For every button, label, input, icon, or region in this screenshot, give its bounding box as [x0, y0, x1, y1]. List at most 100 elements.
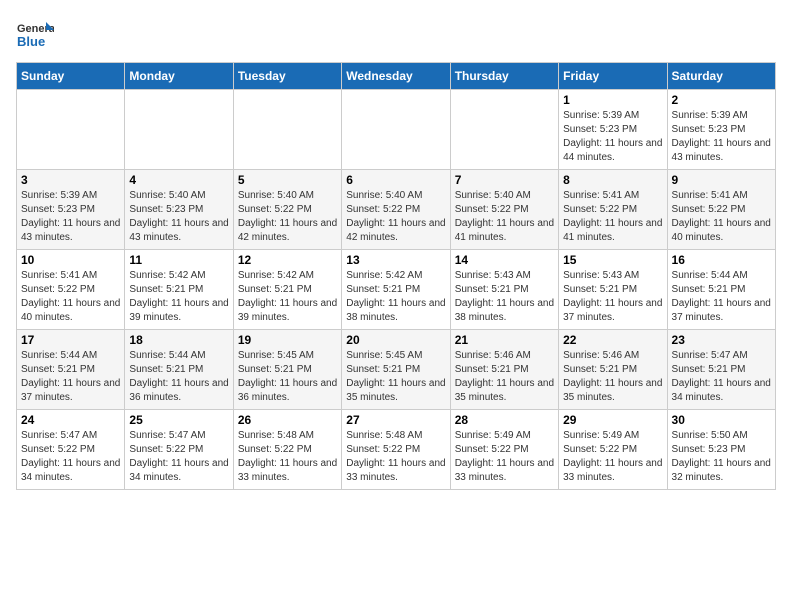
- logo-bird-icon: General Blue: [16, 16, 54, 54]
- day-info: Sunrise: 5:44 AM Sunset: 5:21 PM Dayligh…: [129, 349, 228, 405]
- day-number: 24: [21, 413, 120, 427]
- day-info: Sunrise: 5:50 AM Sunset: 5:23 PM Dayligh…: [672, 429, 771, 485]
- day-number: 18: [129, 333, 228, 347]
- day-info: Sunrise: 5:47 AM Sunset: 5:21 PM Dayligh…: [672, 349, 771, 405]
- calendar-cell: 30 Sunrise: 5:50 AM Sunset: 5:23 PM Dayli…: [667, 410, 775, 490]
- calendar-cell: 29Sunrise: 5:49 AM Sunset: 5:22 PM Dayli…: [559, 410, 667, 490]
- calendar-cell: 16 Sunrise: 5:44 AM Sunset: 5:21 PM Dayli…: [667, 250, 775, 330]
- day-number: 5: [238, 173, 337, 187]
- day-number: 14: [455, 253, 554, 267]
- day-number: 9: [672, 173, 771, 187]
- calendar-cell: 4Sunrise: 5:40 AM Sunset: 5:23 PM Daylig…: [125, 170, 233, 250]
- day-info: Sunrise: 5:40 AM Sunset: 5:22 PM Dayligh…: [238, 189, 337, 245]
- day-info: Sunrise: 5:44 AM Sunset: 5:21 PM Dayligh…: [672, 269, 771, 325]
- calendar-cell: 12Sunrise: 5:42 AM Sunset: 5:21 PM Dayli…: [233, 250, 341, 330]
- day-info: Sunrise: 5:43 AM Sunset: 5:21 PM Dayligh…: [563, 269, 662, 325]
- calendar-cell: 5 Sunrise: 5:40 AM Sunset: 5:22 PM Daylig…: [233, 170, 341, 250]
- day-info: Sunrise: 5:42 AM Sunset: 5:21 PM Dayligh…: [238, 269, 337, 325]
- weekday-header-sunday: Sunday: [17, 63, 125, 90]
- week-row-4: 17 Sunrise: 5:44 AM Sunset: 5:21 PM Dayli…: [17, 330, 776, 410]
- weekday-header-thursday: Thursday: [450, 63, 558, 90]
- svg-text:Blue: Blue: [17, 34, 45, 49]
- calendar-cell: 1Sunrise: 5:39 AM Sunset: 5:23 PM Daylig…: [559, 90, 667, 170]
- calendar-cell: 24Sunrise: 5:47 AM Sunset: 5:22 PM Dayli…: [17, 410, 125, 490]
- week-row-2: 3 Sunrise: 5:39 AM Sunset: 5:23 PM Daylig…: [17, 170, 776, 250]
- weekday-header-friday: Friday: [559, 63, 667, 90]
- calendar-cell: 27 Sunrise: 5:48 AM Sunset: 5:22 PM Dayli…: [342, 410, 450, 490]
- weekday-header-tuesday: Tuesday: [233, 63, 341, 90]
- day-number: 11: [129, 253, 228, 267]
- calendar-cell: [125, 90, 233, 170]
- calendar-cell: [17, 90, 125, 170]
- logo: General Blue: [16, 16, 54, 54]
- calendar-cell: 20 Sunrise: 5:45 AM Sunset: 5:21 PM Dayli…: [342, 330, 450, 410]
- day-number: 28: [455, 413, 554, 427]
- day-number: 7: [455, 173, 554, 187]
- page-header: General Blue: [16, 16, 776, 54]
- calendar-cell: [233, 90, 341, 170]
- day-number: 20: [346, 333, 445, 347]
- day-number: 23: [672, 333, 771, 347]
- calendar-cell: 15Sunrise: 5:43 AM Sunset: 5:21 PM Dayli…: [559, 250, 667, 330]
- day-number: 27: [346, 413, 445, 427]
- calendar-cell: 22Sunrise: 5:46 AM Sunset: 5:21 PM Dayli…: [559, 330, 667, 410]
- day-number: 1: [563, 93, 662, 107]
- calendar-cell: 19Sunrise: 5:45 AM Sunset: 5:21 PM Dayli…: [233, 330, 341, 410]
- day-info: Sunrise: 5:49 AM Sunset: 5:22 PM Dayligh…: [455, 429, 554, 485]
- week-row-5: 24 Sunrise: 5:47 AM Sunset: 5:22 PM Dayli…: [17, 410, 776, 490]
- day-info: Sunrise: 5:49 AM Sunset: 5:22 PM Dayligh…: [563, 429, 662, 485]
- day-number: 26: [238, 413, 337, 427]
- day-info: Sunrise: 5:39 AM Sunset: 5:23 PM Dayligh…: [21, 189, 120, 245]
- calendar-cell: 14 Sunrise: 5:43 AM Sunset: 5:21 PM Dayli…: [450, 250, 558, 330]
- day-number: 21: [455, 333, 554, 347]
- calendar-cell: 17Sunrise: 5:44 AM Sunset: 5:21 PM Dayli…: [17, 330, 125, 410]
- day-info: Sunrise: 5:48 AM Sunset: 5:22 PM Dayligh…: [238, 429, 337, 485]
- calendar-table: SundayMondayTuesdayWednesdayThursdayFrid…: [16, 62, 776, 490]
- day-number: 4: [129, 173, 228, 187]
- day-number: 2: [672, 93, 771, 107]
- calendar-cell: 7 Sunrise: 5:40 AM Sunset: 5:22 PM Daylig…: [450, 170, 558, 250]
- day-info: Sunrise: 5:45 AM Sunset: 5:21 PM Dayligh…: [238, 349, 337, 405]
- calendar-cell: 6 Sunrise: 5:40 AM Sunset: 5:22 PM Daylig…: [342, 170, 450, 250]
- day-info: Sunrise: 5:45 AM Sunset: 5:21 PM Dayligh…: [346, 349, 445, 405]
- week-row-3: 10 Sunrise: 5:41 AM Sunset: 5:22 PM Dayli…: [17, 250, 776, 330]
- day-number: 8: [563, 173, 662, 187]
- weekday-header-monday: Monday: [125, 63, 233, 90]
- calendar-body: 1 Sunrise: 5:39 AM Sunset: 5:23 PM Daylig…: [17, 90, 776, 490]
- calendar-header-row: SundayMondayTuesdayWednesdayThursdayFrid…: [17, 63, 776, 90]
- weekday-header-wednesday: Wednesday: [342, 63, 450, 90]
- calendar-cell: 25Sunrise: 5:47 AM Sunset: 5:22 PM Dayli…: [125, 410, 233, 490]
- calendar-cell: [342, 90, 450, 170]
- day-number: 10: [21, 253, 120, 267]
- week-row-1: 1 Sunrise: 5:39 AM Sunset: 5:23 PM Daylig…: [17, 90, 776, 170]
- calendar-cell: 3 Sunrise: 5:39 AM Sunset: 5:23 PM Daylig…: [17, 170, 125, 250]
- day-info: Sunrise: 5:40 AM Sunset: 5:22 PM Dayligh…: [346, 189, 445, 245]
- day-info: Sunrise: 5:42 AM Sunset: 5:21 PM Dayligh…: [346, 269, 445, 325]
- day-number: 13: [346, 253, 445, 267]
- day-info: Sunrise: 5:40 AM Sunset: 5:22 PM Dayligh…: [455, 189, 554, 245]
- day-number: 6: [346, 173, 445, 187]
- day-info: Sunrise: 5:41 AM Sunset: 5:22 PM Dayligh…: [563, 189, 662, 245]
- day-info: Sunrise: 5:41 AM Sunset: 5:22 PM Dayligh…: [21, 269, 120, 325]
- day-number: 30: [672, 413, 771, 427]
- day-info: Sunrise: 5:47 AM Sunset: 5:22 PM Dayligh…: [129, 429, 228, 485]
- day-info: Sunrise: 5:42 AM Sunset: 5:21 PM Dayligh…: [129, 269, 228, 325]
- weekday-header-saturday: Saturday: [667, 63, 775, 90]
- day-info: Sunrise: 5:41 AM Sunset: 5:22 PM Dayligh…: [672, 189, 771, 245]
- calendar-cell: 28 Sunrise: 5:49 AM Sunset: 5:22 PM Dayli…: [450, 410, 558, 490]
- day-info: Sunrise: 5:39 AM Sunset: 5:23 PM Dayligh…: [672, 109, 771, 165]
- day-number: 3: [21, 173, 120, 187]
- day-info: Sunrise: 5:48 AM Sunset: 5:22 PM Dayligh…: [346, 429, 445, 485]
- calendar-cell: 26 Sunrise: 5:48 AM Sunset: 5:22 PM Dayli…: [233, 410, 341, 490]
- calendar-cell: 18 Sunrise: 5:44 AM Sunset: 5:21 PM Dayli…: [125, 330, 233, 410]
- calendar-cell: 9 Sunrise: 5:41 AM Sunset: 5:22 PM Daylig…: [667, 170, 775, 250]
- calendar-cell: 23 Sunrise: 5:47 AM Sunset: 5:21 PM Dayli…: [667, 330, 775, 410]
- calendar-cell: 8 Sunrise: 5:41 AM Sunset: 5:22 PM Daylig…: [559, 170, 667, 250]
- calendar-cell: [450, 90, 558, 170]
- day-info: Sunrise: 5:43 AM Sunset: 5:21 PM Dayligh…: [455, 269, 554, 325]
- day-number: 16: [672, 253, 771, 267]
- calendar-cell: 11 Sunrise: 5:42 AM Sunset: 5:21 PM Dayli…: [125, 250, 233, 330]
- day-info: Sunrise: 5:46 AM Sunset: 5:21 PM Dayligh…: [563, 349, 662, 405]
- day-info: Sunrise: 5:46 AM Sunset: 5:21 PM Dayligh…: [455, 349, 554, 405]
- day-number: 17: [21, 333, 120, 347]
